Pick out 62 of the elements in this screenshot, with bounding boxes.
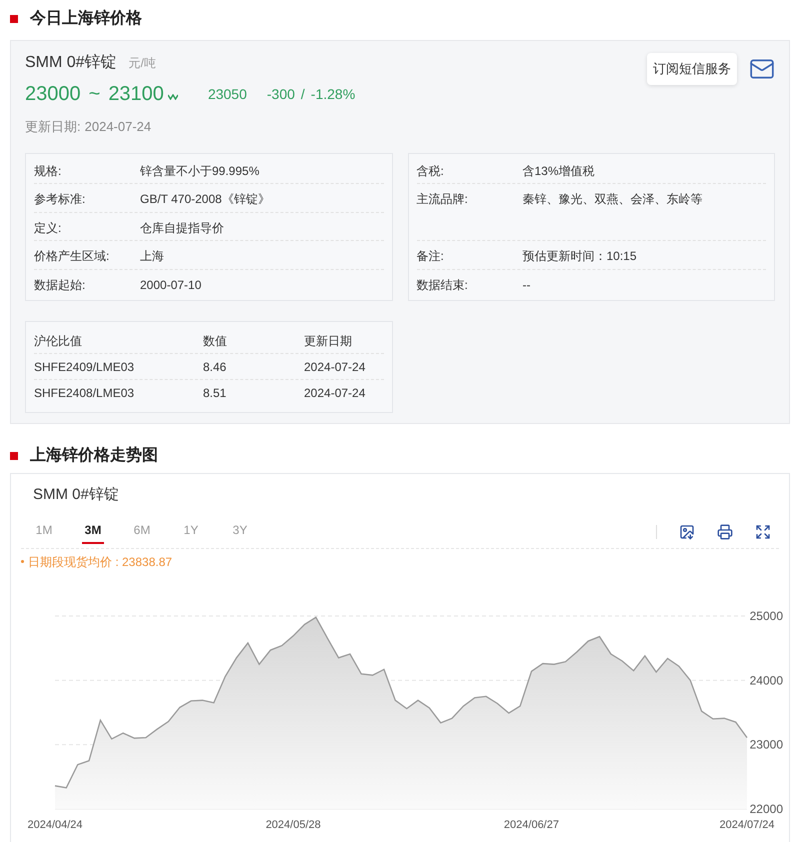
x-axis-label: 2024/04/24: [27, 818, 83, 830]
column-header: 更新日期: [304, 332, 352, 350]
chart-product-name: SMM 0#锌锭: [32, 485, 120, 505]
price-low: 23000: [25, 82, 81, 107]
change-percent: -1.28%: [310, 84, 356, 104]
spec-label: 含税:: [416, 162, 445, 180]
table-cell-text: SHFE2408/LME03: [34, 385, 136, 402]
spec-value: 锌含量不小于99.995%: [140, 162, 260, 180]
price-high: 23100: [108, 82, 164, 107]
spec-value: 预估更新时间：10:15: [522, 248, 637, 265]
spec-label: 主流品牌:: [416, 191, 469, 208]
spec-label: 定义:: [34, 220, 62, 236]
section-marker-icon: [10, 452, 18, 460]
spec-value: 含13%增值税: [522, 162, 595, 180]
spec-label: 参考标准:: [34, 191, 86, 208]
table-cell-text: 8.46: [203, 358, 228, 376]
column-header: 数值: [203, 332, 228, 350]
range-tab[interactable]: 1M: [33, 520, 55, 544]
y-axis-label: 25000: [750, 608, 783, 622]
range-tab[interactable]: 6M: [131, 520, 153, 544]
x-axis-label: 2024/05/28: [266, 818, 321, 830]
section-title: 上海锌价格走势图: [30, 445, 158, 466]
spec-label: 数据结束:: [416, 276, 469, 294]
print-icon[interactable]: [717, 524, 733, 540]
table-cell-text: 2024-07-24: [304, 385, 366, 402]
spec-label: 价格产生区域:: [34, 248, 110, 265]
image-download-icon[interactable]: [679, 524, 695, 540]
spec-value: 仓库自提指导价: [140, 220, 224, 236]
price-change: -300: [266, 84, 295, 104]
spec-label: 备注:: [416, 248, 445, 265]
column-header: 沪伦比值: [34, 332, 83, 350]
legend-text: 日期段现货均价 : 23838.87: [28, 554, 172, 570]
y-axis-label: 24000: [750, 672, 783, 687]
range-tab[interactable]: 1Y: [180, 520, 202, 544]
table-cell-text: 2024-07-24: [304, 358, 366, 376]
spec-value: 上海: [140, 248, 164, 265]
range-tab[interactable]: 3M: [82, 520, 104, 544]
spec-label: 规格:: [34, 162, 62, 180]
table-cell-text: 8.51: [203, 385, 228, 402]
average-price: 23050: [208, 84, 247, 104]
range-tab[interactable]: 3Y: [229, 520, 251, 544]
subscribe-button[interactable]: 订阅短信服务: [647, 53, 737, 84]
fullscreen-icon[interactable]: [755, 524, 771, 540]
table-cell-text: SHFE2409/LME03: [34, 358, 136, 376]
trend-icon: [168, 94, 178, 100]
spec-label: 数据起始:: [34, 276, 86, 294]
change-divider: /: [300, 84, 305, 104]
spec-value: --: [522, 276, 530, 294]
y-axis-label: 23000: [750, 737, 783, 752]
x-axis-label: 2024/06/27: [504, 818, 559, 830]
spec-value: 秦锌、豫光、双燕、会泽、东岭等: [522, 191, 702, 208]
section-marker-icon: [10, 15, 18, 23]
spec-value: GB/T 470-2008《锌锭》: [140, 191, 270, 208]
update-label: 更新日期:: [25, 118, 81, 136]
section-title: 今日上海锌价格: [30, 8, 142, 29]
price-separator: ~: [88, 82, 100, 107]
y-axis-label: 22000: [750, 802, 783, 816]
update-date: 2024-07-24: [84, 118, 152, 136]
x-axis-label: 2024/07/24: [719, 818, 775, 830]
product-name: SMM 0#锌锭: [25, 52, 117, 73]
spec-value: 2000-07-10: [140, 276, 202, 294]
unit-label: 元/吨: [128, 55, 156, 72]
